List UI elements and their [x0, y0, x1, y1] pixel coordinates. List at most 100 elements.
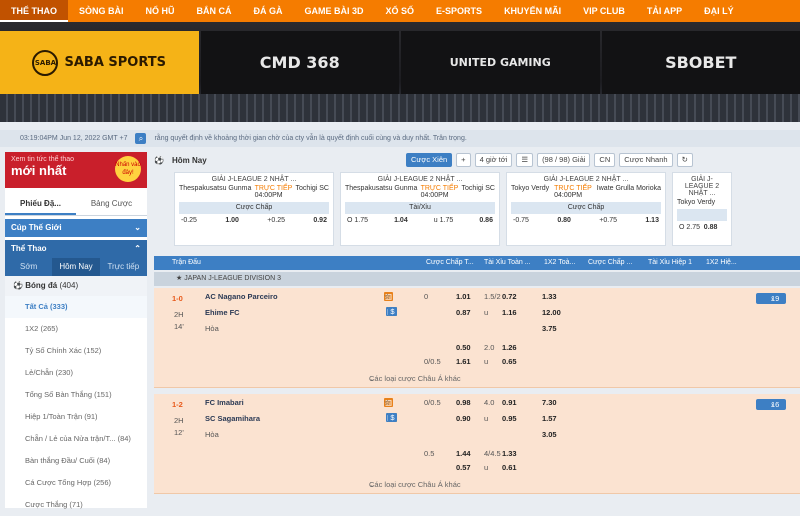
odds-value[interactable]: 1.01 [456, 292, 471, 301]
nav-item[interactable]: E-SPORTS [425, 0, 493, 22]
away-team[interactable]: SC Sagamihara [205, 414, 260, 423]
odds-value[interactable]: 0.95 [502, 414, 517, 423]
odds-value[interactable]: 0.87 [456, 308, 471, 317]
nav-item[interactable]: SÒNG BÀI [68, 0, 135, 22]
star-icon[interactable]: ★ [176, 275, 182, 282]
odds-value[interactable]: 1.00 [225, 217, 239, 224]
line-value: 0/0.5 [424, 357, 441, 366]
nav-item[interactable]: ĐÁ GÀ [243, 0, 294, 22]
market-item[interactable]: Tất Cả (333) [5, 296, 147, 318]
market-item[interactable]: Tổng Số Bàn Thắng (151) [5, 384, 147, 406]
column-header: Cược Chấp ... [588, 256, 632, 270]
section-sports[interactable]: Thể Thao⌃ [5, 240, 147, 258]
odds-type-dropdown[interactable]: CN [594, 153, 615, 167]
odds-value[interactable]: 3.75 [542, 324, 557, 333]
tab-live[interactable]: Trực tiếp [100, 258, 147, 276]
more-markets-button[interactable]: › 19 [756, 293, 786, 304]
match-half: 2H [174, 310, 184, 319]
odds-value[interactable]: 0.90 [456, 414, 471, 423]
odds-value[interactable]: 1.13 [645, 217, 659, 224]
live-card[interactable]: GIẢI J-LEAGUE 2 NHẬT ...Tokyo VerdyTRỰC … [506, 172, 666, 246]
odds-value[interactable]: 1.04 [394, 217, 408, 224]
tab-today[interactable]: Hôm Nay [52, 258, 99, 276]
provider-sbobet[interactable]: SBOBET [602, 31, 800, 94]
dollar-icon[interactable]: $ [388, 413, 397, 422]
odds-value[interactable]: 0.86 [479, 217, 493, 224]
odds-value[interactable]: 1.33 [542, 292, 557, 301]
odds-value[interactable]: 0.92 [313, 217, 327, 224]
tab-early[interactable]: Sớm [5, 258, 52, 276]
dollar-icon[interactable]: $ [388, 307, 397, 316]
odds-value[interactable]: 7.30 [542, 398, 557, 407]
market-item[interactable]: Hiệp 1/Toàn Trận (91) [5, 406, 147, 428]
odds-value[interactable]: 0.65 [502, 357, 517, 366]
nav-item[interactable]: NỔ HŨ [135, 0, 186, 22]
odds-value[interactable]: 0.91 [502, 398, 517, 407]
add-icon[interactable]: + [456, 153, 470, 167]
odds-value[interactable]: 1.33 [502, 449, 517, 458]
provider-cmd[interactable]: CMD 368 [201, 31, 400, 94]
provider-saba[interactable]: SABASABA SPORTS [0, 31, 199, 94]
market-item[interactable]: Cá Cược Tổng Hợp (256) [5, 472, 147, 494]
nav-item[interactable]: VIP CLUB [572, 0, 636, 22]
odds-value[interactable]: 0.57 [456, 463, 471, 472]
live-card[interactable]: GIẢI J-LEAGUE 2 NHẬT ...Thespakusatsu Gu… [340, 172, 500, 246]
league-row[interactable]: ★ JAPAN J-LEAGUE DIVISION 3 [154, 272, 800, 286]
market-item[interactable]: 1X2 (265) [5, 318, 147, 340]
nav-item[interactable]: BẮN CÁ [186, 0, 243, 22]
quick-bet-toggle[interactable]: Cược Nhanh [619, 153, 672, 167]
odds-value[interactable]: 12.00 [542, 308, 561, 317]
handicap-line: -0.75 [513, 217, 529, 224]
odds-value[interactable]: 0.98 [456, 398, 471, 407]
promo-banner[interactable]: Xem tin tức thể thao mới nhất Nhấn vào đ… [5, 152, 147, 188]
star-icon[interactable]: ☆ [384, 398, 391, 407]
odds-value[interactable]: 0.61 [502, 463, 517, 472]
tab-bet-slip[interactable]: Phiếu Đặ... [5, 192, 76, 215]
odds-value[interactable]: 0.80 [557, 217, 571, 224]
away-team[interactable]: Ehime FC [205, 308, 240, 317]
odds-value[interactable]: 1.61 [456, 357, 471, 366]
odds-value[interactable]: 1.44 [456, 449, 471, 458]
live-card[interactable]: GIẢI J-LEAGUE 2 NHẬT ...Thespakusatsu Gu… [174, 172, 334, 246]
odds-value[interactable]: 3.05 [542, 430, 557, 439]
time-filter-dropdown[interactable]: 4 giờ tới [475, 153, 513, 167]
nav-item[interactable]: THỂ THAO [0, 0, 68, 22]
nav-item[interactable]: ĐẠI LÝ [693, 0, 745, 22]
live-card[interactable]: GIẢI J-LEAGUE 2 NHẬT ...Tokyo VerdyO 2.7… [672, 172, 732, 246]
sport-football[interactable]: ⚽ Bóng đá (404) [5, 276, 147, 296]
info-bar: 03:19:04PM Jun 12, 2022 GMT +7 ⌕ rằng qu… [0, 130, 800, 147]
tab-bet-list[interactable]: Bảng Cược [76, 192, 147, 215]
line-value: 4/4.5 [484, 449, 501, 458]
odds-value[interactable]: 1.26 [502, 343, 517, 352]
odds-value[interactable]: 0.50 [456, 343, 471, 352]
odds-value[interactable]: 1.57 [542, 414, 557, 423]
market-menu: Tất Cả (333)1X2 (265)Tỷ Số Chính Xác (15… [5, 296, 147, 516]
market-item[interactable]: Lẻ/Chẵn (230) [5, 362, 147, 384]
market-item[interactable]: Tỷ Số Chính Xác (152) [5, 340, 147, 362]
section-world-cup[interactable]: Cúp Thế Giới⌄ [5, 219, 147, 237]
star-icon[interactable]: ☆ [384, 292, 391, 301]
odds-value[interactable]: 0.72 [502, 292, 517, 301]
market-label: Tỷ Số Chính Xác [25, 346, 82, 355]
market-item[interactable]: Chẵn / Lẻ của Nửa trận/T... (84) [5, 428, 147, 450]
league-filter-dropdown[interactable]: (98 / 98) Giải [537, 153, 590, 167]
market-item[interactable]: Cược Thắng (71) [5, 494, 147, 516]
market-label: Tất Cả [25, 302, 48, 311]
parlay-button[interactable]: Cược Xiên [406, 153, 452, 167]
odds-value[interactable]: 1.16 [502, 308, 517, 317]
line-value: 1.5/2 [484, 292, 501, 301]
sort-icon[interactable]: ☰ [516, 153, 533, 167]
market-item[interactable]: Bàn thắng Đầu/ Cuối (84) [5, 450, 147, 472]
market-count: (84) [118, 434, 131, 443]
nav-item[interactable]: TẢI APP [636, 0, 693, 22]
home-team[interactable]: AC Nagano Parceiro [205, 292, 278, 301]
nav-item[interactable]: GAME BÀI 3D [294, 0, 375, 22]
more-markets-button[interactable]: › 16 [756, 399, 786, 410]
search-icon[interactable]: ⌕ [135, 133, 146, 144]
provider-united[interactable]: UNITED GAMING [401, 31, 600, 94]
nav-item[interactable]: KHUYẾN MÃI [493, 0, 572, 22]
odds-value[interactable]: 0.88 [704, 224, 718, 231]
home-team[interactable]: FC Imabari [205, 398, 244, 407]
nav-item[interactable]: XỔ SỐ [375, 0, 426, 22]
refresh-icon[interactable]: ↻ [677, 153, 693, 167]
